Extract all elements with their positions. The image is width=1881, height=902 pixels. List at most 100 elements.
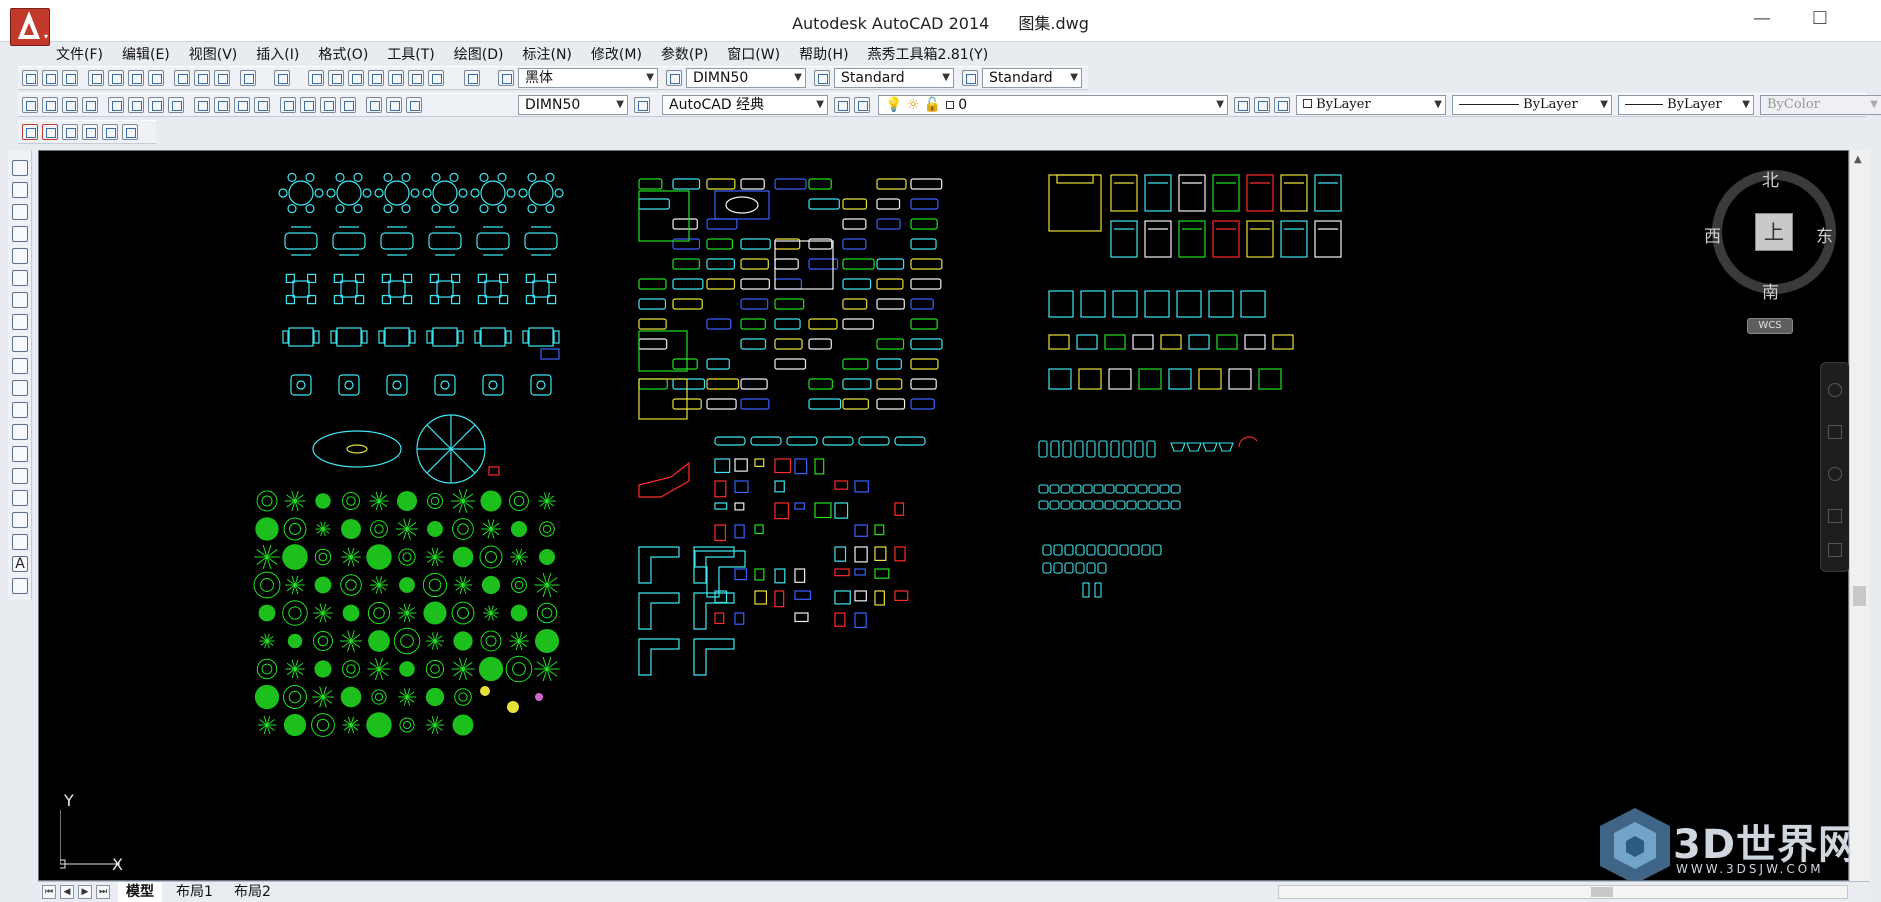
properties-icon[interactable] bbox=[388, 70, 404, 86]
radius-dim-icon[interactable] bbox=[108, 97, 124, 113]
continue-dim-icon[interactable] bbox=[234, 97, 250, 113]
text-style-select[interactable]: Standard ▼ bbox=[834, 68, 954, 88]
chevron-up-icon[interactable]: ▲ bbox=[1854, 154, 1862, 165]
menu-tools[interactable]: 工具(T) bbox=[387, 44, 434, 64]
menu-file[interactable]: 文件(F) bbox=[56, 44, 103, 64]
toolbox-table-icon[interactable] bbox=[122, 124, 138, 140]
prev-tab-button[interactable]: ◀ bbox=[60, 885, 74, 899]
menu-modify[interactable]: 修改(M) bbox=[591, 44, 642, 64]
model-space-viewport[interactable] bbox=[38, 150, 1849, 881]
next-tab-button[interactable]: ▶ bbox=[78, 885, 92, 899]
3d-dwf-icon[interactable] bbox=[148, 70, 164, 86]
hatch-icon[interactable] bbox=[12, 468, 28, 484]
color-select[interactable]: ByLayer ▼ bbox=[1296, 95, 1446, 115]
plot-icon[interactable] bbox=[88, 70, 104, 86]
dim-update-icon[interactable] bbox=[406, 97, 422, 113]
pan-icon[interactable] bbox=[308, 70, 324, 86]
linear-dim-icon[interactable] bbox=[22, 97, 38, 113]
menu-dimension[interactable]: 标注(N) bbox=[523, 44, 572, 64]
tolerance-icon[interactable] bbox=[280, 97, 296, 113]
cut-icon[interactable] bbox=[174, 70, 190, 86]
gradient-icon[interactable] bbox=[12, 490, 28, 506]
ellipse-icon[interactable] bbox=[12, 358, 28, 374]
horizontal-scrollbar[interactable] bbox=[1278, 885, 1848, 899]
open-file-icon[interactable] bbox=[42, 70, 58, 86]
jogged-dim-icon[interactable] bbox=[128, 97, 144, 113]
first-tab-button[interactable]: ⏮ bbox=[42, 885, 56, 899]
layer-previous-icon[interactable] bbox=[1254, 97, 1270, 113]
toolbox-layers-icon[interactable] bbox=[82, 124, 98, 140]
rectangle-icon[interactable] bbox=[12, 248, 28, 264]
point-icon[interactable] bbox=[12, 446, 28, 462]
tab-layout1[interactable]: 布局1 bbox=[168, 882, 221, 902]
toolbox-build-icon[interactable] bbox=[22, 124, 38, 140]
menu-format[interactable]: 格式(O) bbox=[318, 44, 368, 64]
dim-space-icon[interactable] bbox=[254, 97, 270, 113]
undo-icon[interactable] bbox=[240, 70, 256, 86]
tool-palettes-icon[interactable] bbox=[428, 70, 444, 86]
publish-icon[interactable] bbox=[128, 70, 144, 86]
save-icon[interactable] bbox=[62, 70, 78, 86]
layer-select[interactable]: 💡 ☼ 🔓 0 ▼ bbox=[878, 95, 1228, 115]
toolbox-chart-icon[interactable] bbox=[62, 124, 78, 140]
wcs-menu-button[interactable]: WCS bbox=[1747, 318, 1793, 334]
menu-help[interactable]: 帮助(H) bbox=[799, 44, 848, 64]
arc-dim-icon[interactable] bbox=[62, 97, 78, 113]
multileader-style-icon[interactable] bbox=[962, 70, 978, 86]
scroll-thumb[interactable] bbox=[1853, 586, 1866, 606]
make-current-icon[interactable] bbox=[1234, 97, 1250, 113]
table-style-icon[interactable] bbox=[814, 70, 830, 86]
aligned-dim-icon[interactable] bbox=[42, 97, 58, 113]
ordinate-dim-icon[interactable] bbox=[82, 97, 98, 113]
toolbox-palette-icon[interactable] bbox=[102, 124, 118, 140]
lineweight-select[interactable]: ByLayer ▼ bbox=[1618, 95, 1754, 115]
center-mark-icon[interactable] bbox=[300, 97, 316, 113]
design-center-icon[interactable] bbox=[408, 70, 424, 86]
diameter-dim-icon[interactable] bbox=[148, 97, 164, 113]
vertical-scrollbar[interactable]: ▲ bbox=[1849, 150, 1869, 881]
viewcube-north[interactable]: 北 bbox=[1762, 166, 1779, 191]
viewcube-top-face[interactable]: 上 bbox=[1755, 213, 1793, 251]
last-tab-button[interactable]: ⏭ bbox=[96, 885, 110, 899]
spline-icon[interactable] bbox=[12, 336, 28, 352]
menu-yanxiu-toolbox[interactable]: 燕秀工具箱2.81(Y) bbox=[868, 44, 989, 64]
circle-icon[interactable] bbox=[12, 292, 28, 308]
add-selected-icon[interactable] bbox=[12, 578, 28, 594]
plot-preview-icon[interactable] bbox=[108, 70, 124, 86]
paste-icon[interactable] bbox=[214, 70, 230, 86]
construction-line-icon[interactable] bbox=[12, 182, 28, 198]
menu-edit[interactable]: 编辑(E) bbox=[122, 44, 170, 64]
line-icon[interactable] bbox=[12, 160, 28, 176]
table-style-select[interactable]: Standard ▼ bbox=[982, 68, 1082, 88]
viewcube-south[interactable]: 南 bbox=[1762, 278, 1779, 303]
region-icon[interactable] bbox=[12, 512, 28, 528]
multiline-text-icon[interactable]: A bbox=[12, 556, 28, 572]
menu-insert[interactable]: 插入(I) bbox=[256, 44, 299, 64]
new-file-icon[interactable] bbox=[22, 70, 38, 86]
linetype-select[interactable]: ByLayer ▼ bbox=[1452, 95, 1612, 115]
polyline-icon[interactable] bbox=[12, 204, 28, 220]
ellipse-arc-icon[interactable] bbox=[12, 380, 28, 396]
quick-dim-icon[interactable] bbox=[194, 97, 210, 113]
orbit-icon[interactable] bbox=[1828, 509, 1842, 523]
zoom-realtime-icon[interactable] bbox=[328, 70, 344, 86]
zoom-extents-icon[interactable] bbox=[1828, 467, 1842, 481]
text-style-icon[interactable] bbox=[498, 70, 514, 86]
viewcube-west[interactable]: 西 bbox=[1704, 222, 1721, 247]
dimension-style-select[interactable]: DIMN50 ▼ bbox=[686, 68, 806, 88]
help-icon[interactable] bbox=[464, 70, 480, 86]
scroll-thumb[interactable] bbox=[1591, 887, 1613, 897]
workspace-settings-icon[interactable] bbox=[834, 97, 850, 113]
tab-layout2[interactable]: 布局2 bbox=[226, 882, 279, 902]
angular-dim-icon[interactable] bbox=[168, 97, 184, 113]
zoom-window-icon[interactable] bbox=[348, 70, 364, 86]
menu-parametric[interactable]: 参数(P) bbox=[661, 44, 708, 64]
viewcube-east[interactable]: 东 bbox=[1816, 222, 1833, 247]
inspection-icon[interactable] bbox=[320, 97, 336, 113]
arc-icon[interactable] bbox=[12, 270, 28, 286]
menu-draw[interactable]: 绘图(D) bbox=[454, 44, 504, 64]
insert-block-icon[interactable] bbox=[12, 402, 28, 418]
toolbox-hatch-icon[interactable] bbox=[42, 124, 58, 140]
revision-cloud-icon[interactable] bbox=[12, 314, 28, 330]
dimension-style-select-2[interactable]: DIMN50 ▼ bbox=[518, 95, 628, 115]
